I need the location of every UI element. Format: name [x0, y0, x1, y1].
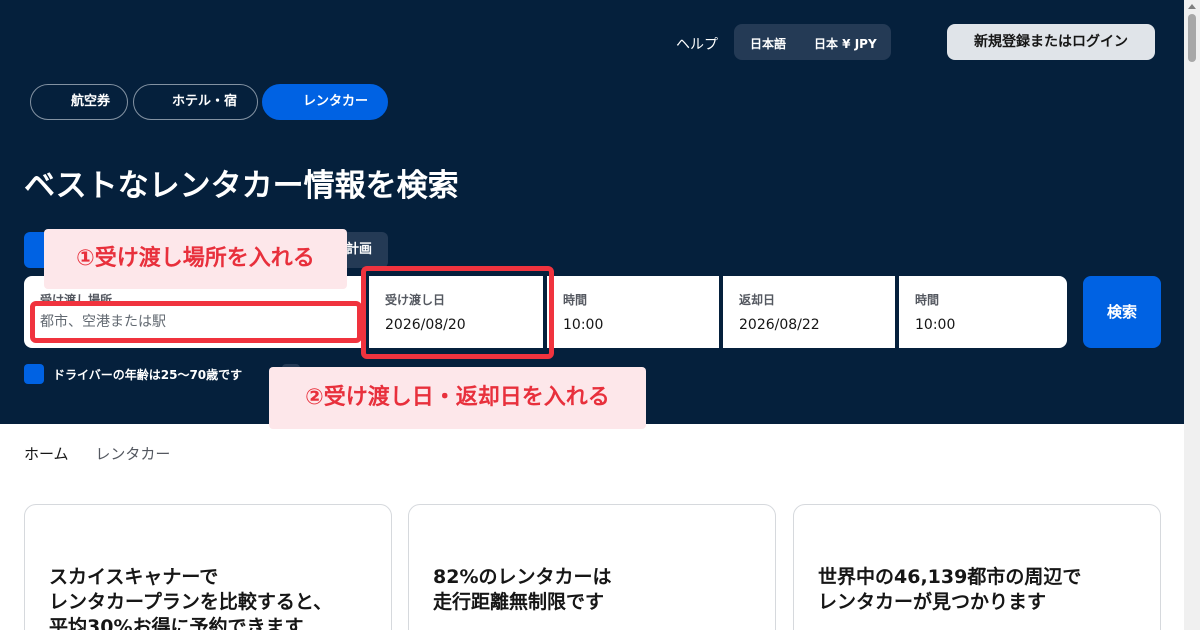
tab-car-hire[interactable]: レンタカー	[262, 84, 388, 120]
locale-selector[interactable]: 日本語 日本 ¥ JPY	[734, 24, 891, 60]
info-card: 82%のレンタカーは 走行距離無制限です	[408, 504, 776, 630]
breadcrumb: ホーム レンタカー	[24, 443, 170, 464]
driver-age-checkbox[interactable]	[24, 364, 44, 384]
info-card-text: 82%のレンタカーは 走行距離無制限です	[433, 566, 612, 613]
login-button[interactable]: 新規登録またはログイン	[947, 24, 1155, 60]
return-date-value: 2026/08/22	[739, 317, 820, 333]
driver-age-label: ドライバーの年齢は25〜70歳です	[53, 368, 243, 382]
scrollbar-thumb[interactable]	[1188, 14, 1196, 62]
info-card-text: スカイスキャナーで レンタカープランを比較すると、 平均30%お得に予約できます	[49, 566, 333, 630]
tab-hotels[interactable]: ホテル・宿	[133, 84, 258, 120]
scroll-up-icon[interactable]	[1188, 4, 1196, 9]
return-time-label: 時間	[915, 293, 940, 307]
region-currency-label: 日本 ¥ JPY	[814, 37, 877, 51]
info-card: 世界中の46,139都市の周辺で レンタカーが見つかります	[793, 504, 1161, 630]
highlight-pickup-date	[361, 266, 554, 359]
annotation-step-2: ②受け渡し日・返却日を入れる	[269, 367, 646, 429]
page-title: ベストなレンタカー情報を検索	[24, 168, 459, 204]
return-date-label: 返却日	[739, 293, 776, 307]
hero-section: ヘルプ 日本語 日本 ¥ JPY 新規登録またはログイン 航空券 ホテル・宿 レ…	[0, 0, 1200, 424]
help-link[interactable]: ヘルプ	[676, 34, 718, 54]
pickup-time-field[interactable]: 時間 10:00	[547, 276, 719, 348]
breadcrumb-home[interactable]: ホーム	[24, 445, 69, 463]
info-card: スカイスキャナーで レンタカープランを比較すると、 平均30%お得に予約できます	[24, 504, 392, 630]
return-time-value: 10:00	[915, 317, 956, 333]
search-button[interactable]: 検索	[1083, 276, 1161, 348]
pickup-time-value: 10:00	[563, 317, 604, 333]
language-label: 日本語	[750, 37, 787, 51]
breadcrumb-current: レンタカー	[95, 445, 171, 463]
return-time-field[interactable]: 時間 10:00	[899, 276, 1067, 348]
pickup-time-label: 時間	[563, 293, 588, 307]
return-date-field[interactable]: 返却日 2026/08/22	[723, 276, 895, 348]
highlight-pickup-location	[30, 301, 362, 343]
tab-flights[interactable]: 航空券	[30, 84, 128, 120]
annotation-step-1: ①受け渡し場所を入れる	[44, 229, 347, 289]
info-card-text: 世界中の46,139都市の周辺で レンタカーが見つかります	[818, 566, 1082, 613]
page-scrollbar[interactable]	[1184, 0, 1200, 630]
